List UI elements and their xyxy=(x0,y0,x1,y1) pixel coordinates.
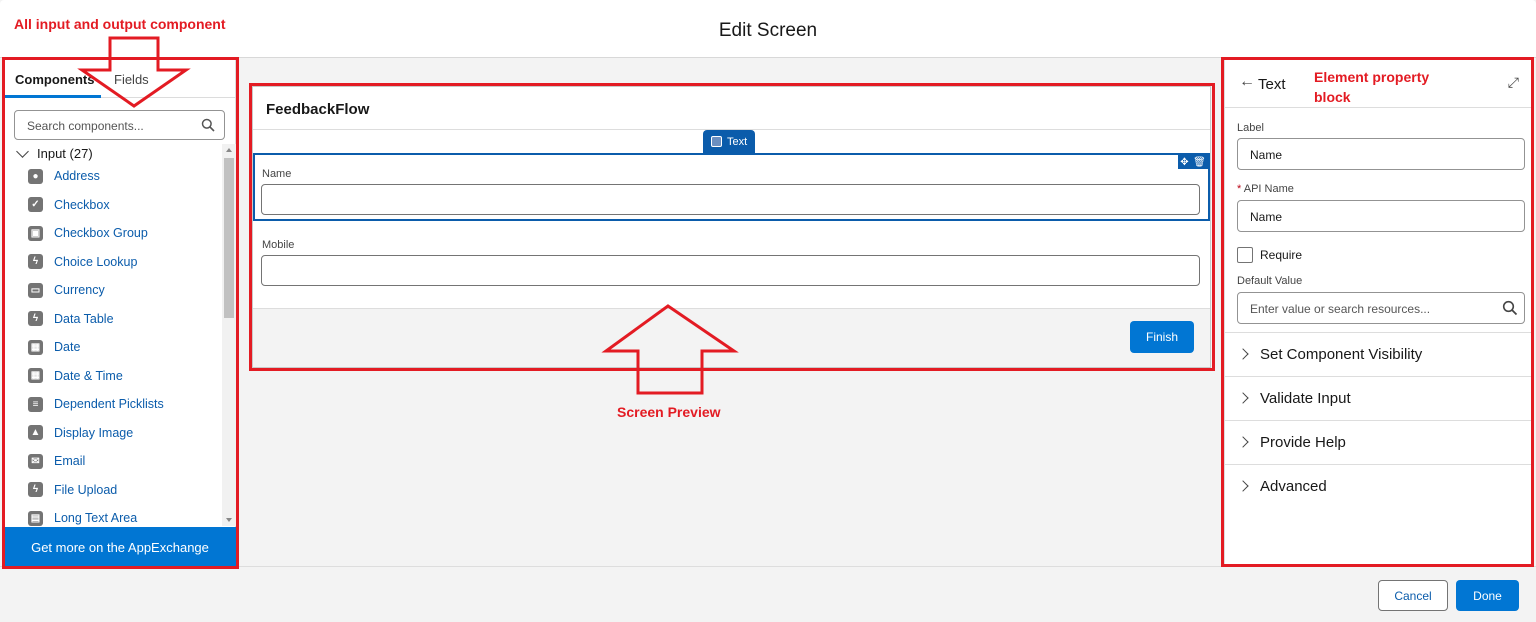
modal-title: Edit Screen xyxy=(718,20,818,41)
annotation-box-properties xyxy=(1221,57,1534,567)
modal-header: Edit Screen xyxy=(0,0,1536,58)
annotation-preview-label: Screen Preview xyxy=(617,404,721,420)
annotation-box-preview xyxy=(249,83,1215,371)
annotation-box-components xyxy=(2,57,239,569)
done-button[interactable]: Done xyxy=(1456,580,1519,611)
annotation-properties-label: Element property block xyxy=(1314,69,1430,105)
modal-footer: Cancel Done xyxy=(0,566,1536,622)
annotation-components-label: All input and output component xyxy=(14,16,226,32)
cancel-button[interactable]: Cancel xyxy=(1378,580,1448,611)
